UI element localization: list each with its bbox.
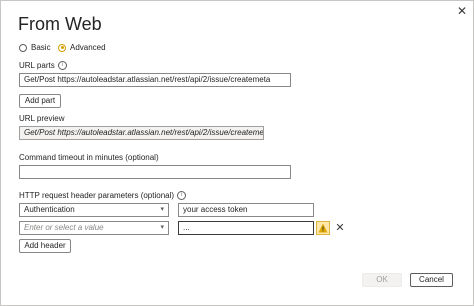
info-icon[interactable]: i (177, 191, 187, 200)
url-preview-field: Get/Post https://autoleadstar.atlassian.… (19, 126, 264, 140)
url-parts-label-row: URL parts i (19, 61, 67, 70)
ok-button[interactable]: OK (362, 273, 402, 287)
close-icon[interactable]: ✕ (455, 4, 469, 18)
add-header-button[interactable]: Add header (19, 239, 71, 253)
from-web-dialog: ✕ From Web Basic Advanced URL parts i Ge… (0, 0, 474, 306)
timeout-input[interactable] (19, 165, 291, 179)
header-value-input[interactable]: your access token (178, 203, 314, 217)
header-value-input[interactable]: ... (178, 221, 314, 235)
header-value-text: your access token (183, 205, 248, 214)
header-value-text: ... (183, 223, 190, 232)
url-part-value: Get/Post https://autoleadstar.atlassian.… (24, 75, 271, 84)
warning-icon (316, 221, 330, 235)
info-icon[interactable]: i (57, 61, 67, 70)
url-preview-value: Get/Post https://autoleadstar.atlassian.… (24, 128, 264, 137)
header-name-dropdown[interactable]: Authentication ▾ (19, 203, 169, 217)
headers-label: HTTP request header parameters (optional… (19, 191, 175, 200)
chevron-down-icon[interactable]: ▾ (160, 222, 164, 234)
add-part-button[interactable]: Add part (19, 94, 61, 108)
cancel-button[interactable]: Cancel (410, 273, 453, 287)
header-name-dropdown[interactable]: Enter or select a value ▾ (19, 221, 169, 235)
url-part-input[interactable]: Get/Post https://autoleadstar.atlassian.… (19, 73, 291, 87)
url-parts-label: URL parts (19, 61, 55, 70)
basic-radio[interactable]: Basic (19, 43, 51, 52)
basic-radio-label: Basic (31, 43, 51, 52)
advanced-radio-label: Advanced (70, 43, 106, 52)
timeout-label: Command timeout in minutes (optional) (19, 153, 159, 162)
advanced-radio-indicator[interactable] (58, 43, 66, 52)
dialog-title: From Web (18, 14, 102, 34)
header-name-placeholder: Enter or select a value (24, 223, 104, 232)
header-name-value: Authentication (24, 205, 75, 214)
url-preview-label: URL preview (19, 114, 65, 123)
delete-header-icon[interactable]: ✕ (334, 221, 346, 235)
headers-label-row: HTTP request header parameters (optional… (19, 191, 187, 200)
advanced-radio[interactable]: Advanced (58, 43, 106, 52)
chevron-down-icon[interactable]: ▾ (160, 204, 164, 216)
basic-radio-indicator[interactable] (19, 43, 27, 52)
